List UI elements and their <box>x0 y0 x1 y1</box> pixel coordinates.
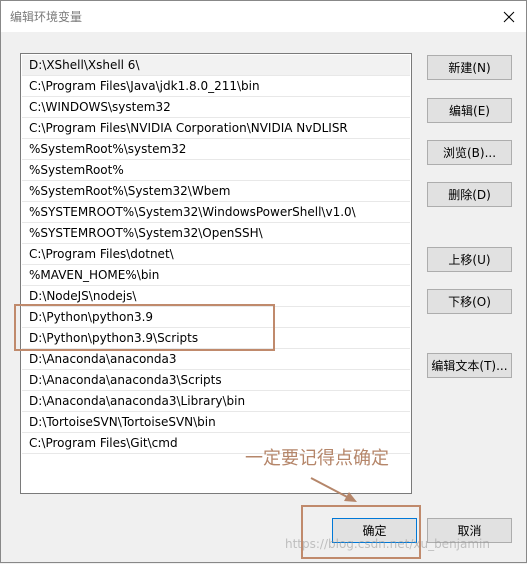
list-item[interactable]: C:\WINDOWS\system32 <box>22 97 410 118</box>
list-item[interactable]: D:\Anaconda\anaconda3 <box>22 349 410 370</box>
list-item[interactable]: %SystemRoot%\system32 <box>22 139 410 160</box>
edit-environment-variable-dialog: 编辑环境变量 D:\XShell\Xshell 6\ C:\Program Fil… <box>0 0 527 563</box>
title-bar: 编辑环境变量 <box>1 1 526 32</box>
list-item[interactable]: D:\TortoiseSVN\TortoiseSVN\bin <box>22 412 410 433</box>
path-list[interactable]: D:\XShell\Xshell 6\ C:\Program Files\Java… <box>20 53 412 494</box>
annotation-text: 一定要记得点确定 <box>245 448 389 469</box>
list-item[interactable]: C:\Program Files\dotnet\ <box>22 244 410 265</box>
list-item[interactable]: C:\Program Files\Java\jdk1.8.0_211\bin <box>22 76 410 97</box>
list-item[interactable]: D:\Anaconda\anaconda3\Library\bin <box>22 391 410 412</box>
browse-button[interactable]: 浏览(B)... <box>427 140 512 165</box>
list-item[interactable]: D:\Anaconda\anaconda3\Scripts <box>22 370 410 391</box>
python-paths-highlight <box>14 304 275 351</box>
list-item[interactable]: C:\Program Files\NVIDIA Corporation\NVID… <box>22 118 410 139</box>
new-button[interactable]: 新建(N) <box>427 55 512 80</box>
list-item[interactable]: %MAVEN_HOME%\bin <box>22 265 410 286</box>
delete-button[interactable]: 删除(D) <box>427 182 512 207</box>
move-up-button[interactable]: 上移(U) <box>427 247 512 272</box>
close-button[interactable] <box>492 1 526 32</box>
window-title: 编辑环境变量 <box>10 10 83 24</box>
close-icon <box>503 11 515 22</box>
list-item[interactable]: %SYSTEMROOT%\System32\OpenSSH\ <box>22 223 410 244</box>
list-item[interactable]: %SystemRoot% <box>22 160 410 181</box>
list-item[interactable]: D:\XShell\Xshell 6\ <box>22 55 410 76</box>
edit-text-button[interactable]: 编辑文本(T)... <box>427 353 512 378</box>
watermark: https://blog.csdn.net/xu_benjamin <box>285 537 490 551</box>
list-item[interactable]: %SystemRoot%\System32\Wbem <box>22 181 410 202</box>
edit-button[interactable]: 编辑(E) <box>427 98 512 123</box>
move-down-button[interactable]: 下移(O) <box>427 289 512 314</box>
list-item[interactable]: %SYSTEMROOT%\System32\WindowsPowerShell\… <box>22 202 410 223</box>
